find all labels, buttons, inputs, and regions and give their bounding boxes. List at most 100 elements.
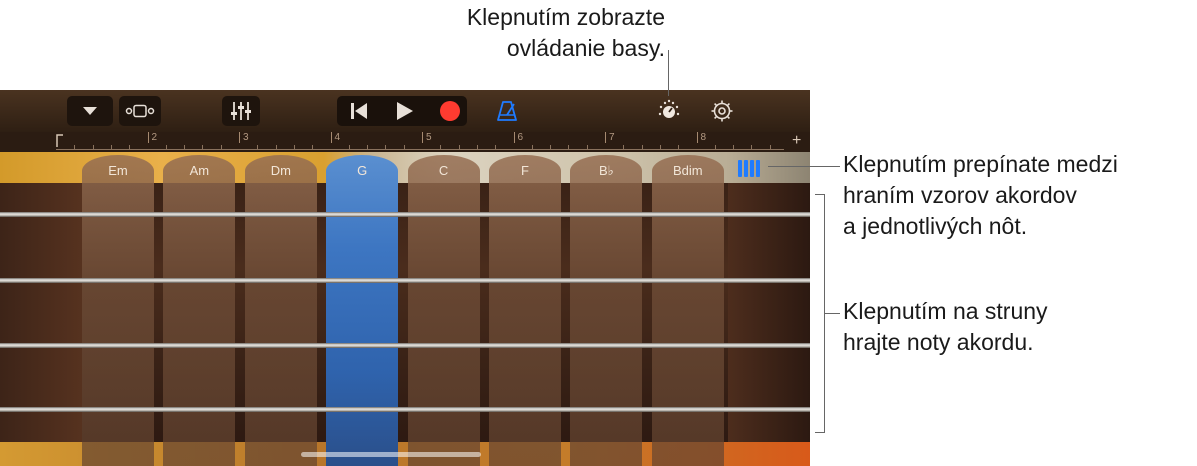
ruler-tick xyxy=(293,145,295,149)
metronome-icon xyxy=(497,101,517,121)
chord-strip[interactable]: F xyxy=(489,155,561,466)
ruler-tick xyxy=(257,145,259,149)
callout-line: Klepnutím na struny xyxy=(843,298,1048,324)
ruler-tick xyxy=(550,145,552,149)
chord-strip[interactable]: G xyxy=(326,155,399,466)
playhead-marker[interactable] xyxy=(56,134,64,148)
ruler-tick xyxy=(733,145,735,149)
chord-label: Bdim xyxy=(672,163,703,178)
ruler-tick xyxy=(440,145,442,149)
home-indicator[interactable] xyxy=(301,452,481,457)
ruler-bar-number: 2 xyxy=(147,132,157,143)
tracks-view-icon xyxy=(125,104,155,118)
ruler-bar-number: 4 xyxy=(330,132,340,143)
chord-label: F xyxy=(521,163,529,178)
ruler-tick xyxy=(220,145,222,149)
chord-label: G xyxy=(357,163,368,178)
fretboard-left-panel xyxy=(0,183,82,466)
ruler-bar-number: 6 xyxy=(513,132,523,143)
metronome-button[interactable] xyxy=(490,96,524,126)
toggle-bar xyxy=(750,160,754,177)
settings-button[interactable] xyxy=(705,96,739,126)
ruler-tick xyxy=(92,145,94,149)
ruler-tick xyxy=(751,145,753,149)
rewind-to-start-icon xyxy=(351,103,367,119)
callout-line: Klepnutím prepínate medzi xyxy=(843,151,1118,177)
leader-line-bass xyxy=(668,50,669,96)
ruler-tick xyxy=(110,145,112,149)
rewind-button[interactable] xyxy=(337,96,381,126)
ruler-tick xyxy=(678,145,680,149)
callout-mode-toggle: Klepnutím prepínate medzi hraním vzorov … xyxy=(843,149,1118,242)
string-1[interactable] xyxy=(0,212,810,217)
ruler-bar-number: 3 xyxy=(239,132,249,143)
callout-line: Klepnutím zobrazte xyxy=(466,4,665,30)
play-button[interactable] xyxy=(383,96,427,126)
ruler-bar-number: 7 xyxy=(605,132,615,143)
ruler-tick xyxy=(495,145,497,149)
string-4[interactable] xyxy=(0,407,810,412)
toggle-bar xyxy=(756,160,760,177)
chord-strip[interactable]: Dm xyxy=(244,155,317,466)
add-section-button[interactable]: + xyxy=(792,133,801,149)
leader-bracket-top xyxy=(815,194,825,195)
ruler-baseline xyxy=(56,149,784,150)
ruler-tick xyxy=(74,145,76,149)
ruler-bar-number: 8 xyxy=(696,132,706,143)
record-button[interactable] xyxy=(428,96,472,126)
chord-strip[interactable]: Bdim xyxy=(651,155,724,466)
ruler-tick xyxy=(385,145,387,149)
string-3[interactable] xyxy=(0,343,810,348)
ruler-tick xyxy=(476,145,478,149)
chord-strip[interactable]: C xyxy=(407,155,480,466)
ruler-tick xyxy=(275,145,277,149)
chord-strip[interactable]: Em xyxy=(82,155,154,466)
control-bar xyxy=(0,90,810,132)
ruler-bar-number: 5 xyxy=(422,132,432,143)
controls-button[interactable] xyxy=(652,96,686,126)
chord-strip[interactable]: Am xyxy=(163,155,236,466)
leader-line-toggle xyxy=(768,166,840,167)
leader-line-strings xyxy=(824,313,840,314)
notes-chords-toggle[interactable] xyxy=(738,160,762,178)
callout-line: a jednotlivých nôt. xyxy=(843,213,1028,239)
chord-label: C xyxy=(438,163,449,178)
ruler-tick xyxy=(531,145,533,149)
controls-knob-icon xyxy=(658,99,680,118)
ruler-tick xyxy=(184,145,186,149)
callout-bass-controls: Klepnutím zobrazte ovládanie basy. xyxy=(360,2,665,64)
toggle-bar xyxy=(738,160,742,177)
chord-strip[interactable]: B♭ xyxy=(570,155,643,466)
leader-bracket-bottom xyxy=(815,432,825,433)
timeline-ruler[interactable]: 2 3 4 5 6 7 8 + xyxy=(0,132,810,152)
ruler-tick xyxy=(458,145,460,149)
tracks-view-button[interactable] xyxy=(119,96,161,126)
ruler-tick xyxy=(769,145,771,149)
callout-line: ovládanie basy. xyxy=(506,35,665,61)
smart-bass-fretboard[interactable]: Em Am Dm G C F B♭ Bdim xyxy=(0,152,810,466)
ruler-tick xyxy=(202,145,204,149)
callout-strings: Klepnutím na struny hrajte noty akordu. xyxy=(843,296,1048,358)
ruler-tick xyxy=(568,145,570,149)
fretboard-right-panel xyxy=(728,183,810,466)
chord-label: Dm xyxy=(270,163,291,178)
chevron-down-icon xyxy=(83,107,97,115)
callout-line: hraním vzorov akordov xyxy=(843,182,1077,208)
garageband-screen: 2 3 4 5 6 7 8 + Em Am Dm G C F B♭ Bdim xyxy=(0,90,810,466)
string-2[interactable] xyxy=(0,278,810,283)
ruler-tick xyxy=(586,145,588,149)
browser-button[interactable] xyxy=(67,96,113,126)
ruler-tick xyxy=(403,145,405,149)
mixer-button[interactable] xyxy=(222,96,260,126)
ruler-tick xyxy=(659,145,661,149)
toggle-bar xyxy=(744,160,748,177)
record-icon xyxy=(440,101,460,121)
ruler-tick xyxy=(312,145,314,149)
ruler-tick xyxy=(641,145,643,149)
chord-label: Am xyxy=(189,163,210,178)
ruler-track: 2 3 4 5 6 7 8 xyxy=(56,132,784,152)
ruler-tick xyxy=(367,145,369,149)
ruler-tick xyxy=(714,145,716,149)
gear-icon xyxy=(711,100,733,122)
ruler-tick xyxy=(348,145,350,149)
